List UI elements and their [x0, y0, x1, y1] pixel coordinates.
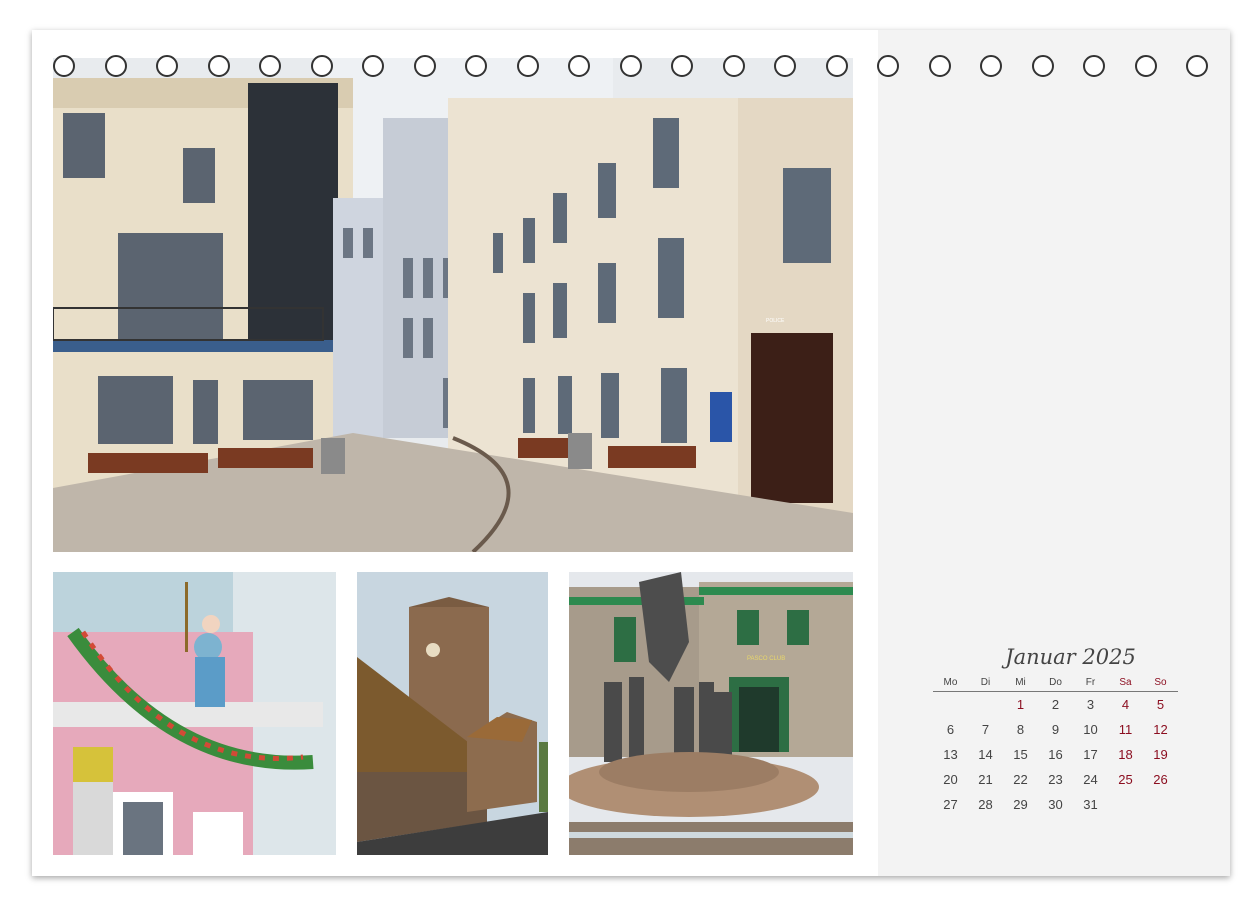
- calendar-week-row: 1 2 3 4 5: [933, 692, 1178, 718]
- calendar-week-row: 20 21 22 23 24 25 26: [933, 767, 1178, 792]
- binding-ring: [722, 55, 745, 77]
- calendar-day: 14: [978, 747, 993, 762]
- weekday-label: So: [1143, 675, 1178, 692]
- binding-ring: [619, 55, 642, 77]
- binding-ring: [156, 55, 178, 77]
- calendar-day: 31: [1083, 797, 1098, 812]
- police-sign-text: POLICE: [766, 318, 785, 324]
- calendar-day: 9: [1051, 722, 1060, 737]
- calendar-day: [968, 692, 1003, 718]
- calendar-title: Januar 2025: [1005, 645, 1136, 669]
- weekday-label: Fr: [1073, 675, 1108, 692]
- calendar-day: 18: [1118, 747, 1133, 762]
- club-sign-text: PASCO CLUB: [747, 656, 785, 662]
- calendar-day: 24: [1083, 772, 1098, 787]
- calendar-week-row: 13 14 15 16 17 18 19: [933, 742, 1178, 767]
- calendar-day: 8: [1016, 722, 1025, 737]
- binding-ring: [1083, 55, 1105, 77]
- binding-ring: [104, 55, 127, 77]
- binding-ring: [568, 55, 590, 77]
- calendar-day: [1143, 792, 1178, 817]
- calendar-weeks: 1 2 3 4 5 6 7 8 9 10 11 12 13 14 15 16 17 18 19 20 21 22 23 24 2…: [933, 692, 1178, 818]
- binding-ring: [928, 55, 951, 77]
- calendar-day: 21: [978, 772, 993, 787]
- calendar-week-row: 27 28 29 30 31: [933, 792, 1178, 817]
- binding-ring: [413, 55, 436, 77]
- weekday-label: Sa: [1108, 675, 1143, 692]
- calendar-day: 20: [943, 772, 958, 787]
- calendar-day: 22: [1013, 772, 1028, 787]
- binding-ring: [207, 55, 230, 77]
- weekday-label: Mo: [933, 675, 968, 692]
- calendar-day: 13: [943, 747, 958, 762]
- calendar-day: 1: [1016, 697, 1025, 712]
- calendar-day: 4: [1121, 697, 1130, 712]
- calendar-day: 23: [1048, 772, 1063, 787]
- calendar-day: 6: [946, 722, 955, 737]
- binding-ring: [516, 55, 539, 77]
- calendar-week-row: 6 7 8 9 10 11 12: [933, 717, 1178, 742]
- calendar-day: 5: [1156, 697, 1165, 712]
- binding-ring: [362, 55, 384, 77]
- weekday-label: Do: [1038, 675, 1073, 692]
- calendar-day: 29: [1013, 797, 1028, 812]
- calendar-day: 16: [1048, 747, 1063, 762]
- calendar-day: 19: [1153, 747, 1168, 762]
- binding-ring: [774, 55, 796, 77]
- binding-ring: [825, 55, 848, 77]
- binding-ring: [1134, 55, 1157, 77]
- calendar-day: 7: [981, 722, 990, 737]
- calendar-day: [1108, 792, 1143, 817]
- calendar-day: 12: [1153, 722, 1168, 737]
- binding-ring: [465, 55, 487, 77]
- weekday-header-row: Mo Di Mi Do Fr Sa So: [933, 675, 1178, 692]
- calendar-grid: Mo Di Mi Do Fr Sa So 1 2 3 4 5 6 7 8 9 10 11 12 13 14 15 16 17…: [933, 675, 1178, 817]
- binding-ring: [671, 55, 693, 77]
- binding-ring: [310, 55, 333, 77]
- calendar-day: 15: [1013, 747, 1028, 762]
- calendar-day: 26: [1153, 772, 1168, 787]
- calendar-day: 3: [1086, 697, 1095, 712]
- weekday-label: Di: [968, 675, 1003, 692]
- binding-ring: [877, 55, 899, 77]
- weekday-label: Mi: [1003, 675, 1038, 692]
- calendar-day: 10: [1083, 722, 1098, 737]
- calendar-day: 17: [1083, 747, 1098, 762]
- photo-church-tower: [357, 572, 548, 855]
- month-calendar: Januar 2025 Mo Di Mi Do Fr Sa So 1 2 3 4 5 6 7 8 9 10 11…: [933, 645, 1178, 817]
- calendar-day: 28: [978, 797, 993, 812]
- binding-ring: [1031, 55, 1054, 77]
- calendar-day: [933, 692, 968, 718]
- calendar-day: 25: [1118, 772, 1133, 787]
- photo-carved-figurehead: [53, 572, 336, 855]
- calendar-day: 11: [1118, 722, 1133, 737]
- binding-ring: [259, 55, 281, 77]
- binding-ring: [1186, 55, 1208, 77]
- calendar-day: 2: [1051, 697, 1060, 712]
- binding-ring: [53, 55, 75, 77]
- photo-fountain-sculpture: PASCO CLUB: [569, 572, 853, 855]
- binding-ring: [980, 55, 1002, 77]
- calendar-day: 30: [1048, 797, 1063, 812]
- photo-street-square: POLICE: [53, 58, 853, 552]
- calendar-day: 27: [943, 797, 958, 812]
